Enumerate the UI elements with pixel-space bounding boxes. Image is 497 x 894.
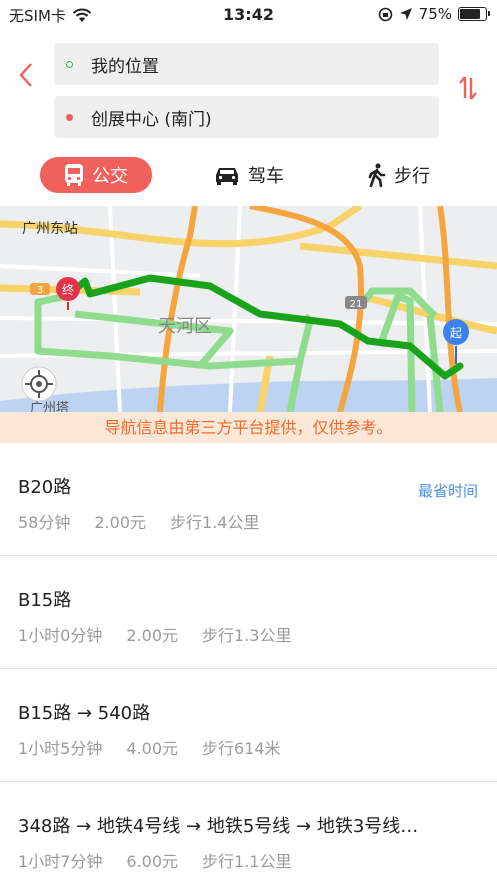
destination-input[interactable]: 创展中心 (南门): [54, 96, 439, 138]
bus-icon: [65, 164, 83, 186]
map-canvas: 3 21 广州东站 天河区 广州塔 终 起: [0, 206, 497, 412]
route-duration: 58分钟: [18, 513, 71, 532]
tab-walk-label: 步行: [394, 166, 430, 187]
destination-dot-icon: [66, 113, 73, 121]
destination-text: 创展中心 (南门): [91, 109, 212, 130]
route-title: B15路: [18, 590, 72, 611]
map-label-tower: 广州塔: [30, 401, 69, 412]
orientation-lock-icon: [378, 7, 392, 21]
tab-bus[interactable]: 公交: [40, 157, 152, 193]
route-duration: 1小时0分钟: [18, 626, 103, 645]
tab-drive[interactable]: 驾车: [214, 157, 284, 193]
route-duration: 1小时7分钟: [18, 852, 103, 871]
map-label-station: 广州东站: [22, 221, 78, 237]
route-walk: 步行614米: [202, 739, 281, 758]
tab-bus-label: 公交: [92, 166, 128, 187]
route-title: B20路: [18, 477, 72, 498]
route-price: 2.00元: [94, 513, 147, 532]
battery-percent: 75%: [418, 5, 452, 23]
tab-drive-label: 驾车: [248, 166, 284, 187]
route-walk: 步行1.4公里: [170, 513, 260, 532]
locate-me-button[interactable]: [21, 366, 57, 402]
route-price: 4.00元: [126, 739, 179, 758]
route-price: 2.00元: [126, 626, 179, 645]
route-walk: 步行1.1公里: [202, 852, 292, 871]
start-marker-label: 起: [450, 326, 462, 340]
route-option-3[interactable]: B15路 → 540路 1小时5分钟 4.00元 步行614米: [0, 669, 497, 782]
route-option-4[interactable]: 348路 → 地铁4号线 → 地铁5号线 → 地铁3号线… 1小时7分钟 6.0…: [0, 782, 497, 894]
status-bar: 无SIM卡 13:42 75%: [0, 0, 497, 30]
route-map[interactable]: 3 21 广州东站 天河区 广州塔 终 起: [0, 206, 497, 412]
tab-walk[interactable]: 步行: [368, 157, 430, 193]
route-option-1[interactable]: B20路 最省时间 58分钟 2.00元 步行1.4公里: [0, 443, 497, 556]
location-arrow-icon: [399, 8, 412, 20]
battery-icon: [458, 7, 490, 21]
origin-text: 我的位置: [91, 56, 159, 77]
route-duration: 1小时5分钟: [18, 739, 103, 758]
route-option-2[interactable]: B15路 1小时0分钟 2.00元 步行1.3公里: [0, 556, 497, 669]
route-price: 6.00元: [126, 852, 179, 871]
end-marker-label: 终: [62, 282, 74, 297]
road-badge-21: 21: [350, 299, 363, 310]
third-party-notice: 导航信息由第三方平台提供，仅供参考。: [0, 412, 497, 443]
route-title: 348路 → 地铁4号线 → 地铁5号线 → 地铁3号线…: [18, 816, 419, 837]
walking-person-icon: [368, 163, 386, 187]
transport-mode-tabs: 公交 驾车 步行: [0, 157, 497, 197]
route-title: B15路 → 540路: [18, 703, 151, 724]
back-arrow-icon[interactable]: [14, 60, 38, 90]
car-icon: [216, 168, 238, 185]
origin-input[interactable]: 我的位置: [54, 43, 439, 85]
road-badge-3: 3: [37, 285, 43, 296]
origin-dot-icon: [66, 60, 73, 68]
swap-direction-icon[interactable]: [456, 74, 480, 102]
map-label-district: 天河区: [158, 316, 212, 337]
fastest-badge: 最省时间: [417, 482, 478, 500]
route-walk: 步行1.3公里: [202, 626, 292, 645]
